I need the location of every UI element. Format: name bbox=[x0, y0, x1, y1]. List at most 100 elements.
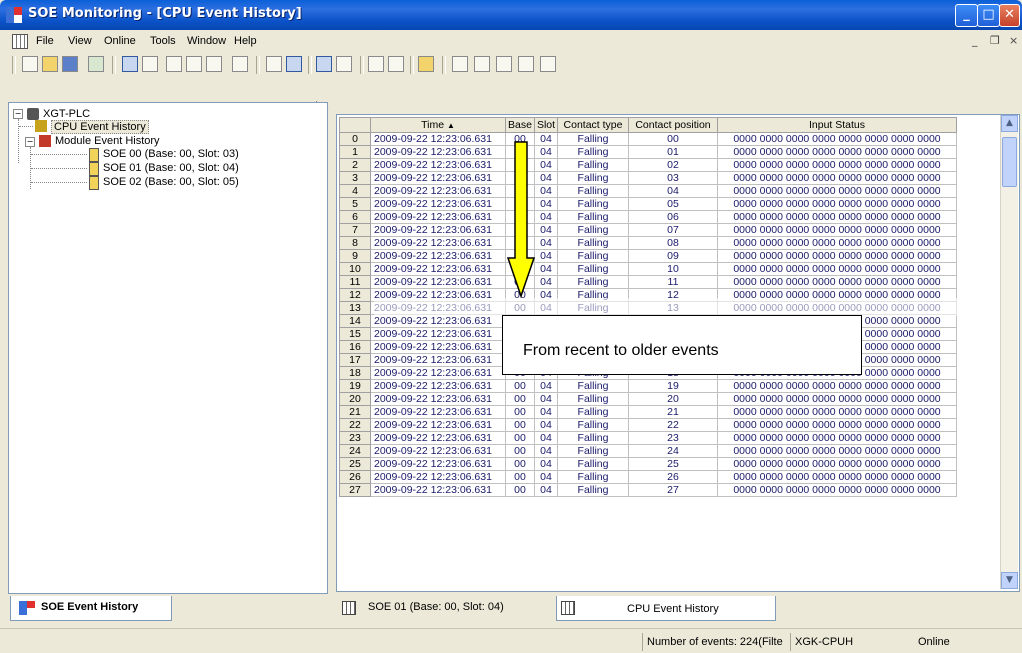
menu-tools[interactable]: Tools bbox=[150, 35, 176, 47]
table-row[interactable]: 0 2009-09-22 12:23:06.631 00 04 Falling 00 000… bbox=[339, 132, 957, 146]
table-row[interactable]: 27 2009-09-22 12:23:06.631 00 04 Falling 27 00… bbox=[339, 483, 957, 497]
row-number: 14 bbox=[339, 314, 371, 328]
scroll-down-icon[interactable]: ▼ bbox=[1001, 572, 1018, 589]
table-row[interactable]: 22009-09-22 12:23:06.6310004Falling02000… bbox=[339, 158, 957, 172]
layout-3-icon[interactable] bbox=[496, 56, 512, 72]
table-row[interactable]: 112009-09-22 12:23:06.6310004Falling1100… bbox=[339, 275, 957, 289]
cell-slot: 04 bbox=[534, 249, 558, 263]
table-row[interactable]: 52009-09-22 12:23:06.6310004Falling05000… bbox=[339, 197, 957, 211]
cell-base: 00 bbox=[505, 392, 535, 406]
mdi-close-button[interactable]: × bbox=[1009, 34, 1018, 47]
table-row[interactable]: 21 2009-09-22 12:23:06.631 00 04 Falling 21 00… bbox=[339, 405, 957, 419]
print-preview-icon[interactable] bbox=[142, 56, 158, 72]
cell-slot: 04 bbox=[534, 158, 558, 172]
scroll-up-icon[interactable]: ▲ bbox=[1001, 115, 1018, 132]
tab-cpu-event-history[interactable]: CPU Event History bbox=[556, 596, 776, 621]
table-row[interactable]: 62009-09-22 12:23:06.6310004Falling06000… bbox=[339, 210, 957, 224]
layout-2-icon[interactable] bbox=[474, 56, 490, 72]
table-row[interactable]: 82009-09-22 12:23:06.6310004Falling08000… bbox=[339, 236, 957, 250]
tree-soe-01[interactable]: SOE 01 (Base: 00, Slot: 04) bbox=[103, 162, 239, 174]
minimize-button[interactable]: _ bbox=[955, 4, 978, 27]
export-icon[interactable] bbox=[88, 56, 104, 72]
table-row[interactable]: 22 2009-09-22 12:23:06.631 00 04 Falling 22 00… bbox=[339, 418, 957, 432]
menu-view[interactable]: View bbox=[68, 35, 92, 47]
table-row[interactable]: 19 2009-09-22 12:23:06.631 00 04 Falling 19 00… bbox=[339, 379, 957, 393]
maximize-button[interactable]: □ bbox=[977, 4, 1000, 27]
cell-input-status: 0000 0000 0000 0000 0000 0000 0000 0000 bbox=[717, 405, 957, 419]
cell-input-status: 0000 0000 0000 0000 0000 0000 0000 0000 bbox=[717, 158, 957, 172]
document-tabs: SOE 01 (Base: 00, Slot: 04) CPU Event Hi… bbox=[336, 596, 1018, 621]
cell-contact-type: Falling bbox=[557, 197, 629, 211]
collapse-module-icon[interactable]: − bbox=[25, 137, 35, 147]
menu-file[interactable]: File bbox=[36, 35, 54, 47]
refresh-icon[interactable] bbox=[232, 56, 248, 72]
cell-slot: 04 bbox=[534, 379, 558, 393]
tab-soe-event-history[interactable]: SOE Event History bbox=[10, 596, 172, 621]
menu-online[interactable]: Online bbox=[104, 35, 136, 47]
monitor-icon[interactable] bbox=[286, 56, 302, 72]
filter-icon[interactable] bbox=[368, 56, 384, 72]
table-row[interactable]: 25 2009-09-22 12:23:06.631 00 04 Falling 25 00… bbox=[339, 457, 957, 471]
cell-contact-position: 03 bbox=[628, 171, 718, 185]
layout-5-icon[interactable] bbox=[540, 56, 556, 72]
cell-time: 2009-09-22 12:23:06.631 bbox=[370, 275, 506, 289]
clipboard-icon[interactable] bbox=[418, 56, 434, 72]
tab-soe-01[interactable]: SOE 01 (Base: 00, Slot: 04) bbox=[336, 596, 556, 620]
cell-contact-position: 05 bbox=[628, 197, 718, 211]
cell-slot: 04 bbox=[534, 392, 558, 406]
cell-contact-type: Falling bbox=[557, 145, 629, 159]
column-header-slot[interactable]: Slot bbox=[534, 117, 558, 133]
table-row[interactable]: 42009-09-22 12:23:06.6310004Falling04000… bbox=[339, 184, 957, 198]
edit-icon[interactable] bbox=[166, 56, 182, 72]
sort-asc-icon[interactable] bbox=[336, 56, 352, 72]
find-icon[interactable] bbox=[388, 56, 404, 72]
table-row[interactable]: 72009-09-22 12:23:06.6310004Falling07000… bbox=[339, 223, 957, 237]
tree-soe-00[interactable]: SOE 00 (Base: 00, Slot: 03) bbox=[103, 148, 239, 160]
layout-4-icon[interactable] bbox=[518, 56, 534, 72]
cell-input-status: 0000 0000 0000 0000 0000 0000 0000 0000 bbox=[717, 379, 957, 393]
table-row[interactable]: 24 2009-09-22 12:23:06.631 00 04 Falling 24 00… bbox=[339, 444, 957, 458]
column-header-base[interactable]: Base bbox=[505, 117, 535, 133]
cell-contact-type: Falling bbox=[557, 210, 629, 224]
delete-icon[interactable] bbox=[206, 56, 222, 72]
table-row[interactable]: 32009-09-22 12:23:06.6310004Falling03000… bbox=[339, 171, 957, 185]
table-row[interactable]: 102009-09-22 12:23:06.6310004Falling1000… bbox=[339, 262, 957, 276]
column-header-contact-type[interactable]: Contact type bbox=[557, 117, 629, 133]
mdi-minimize-button[interactable]: _ bbox=[972, 34, 978, 47]
cell-time: 2009-09-22 12:23:06.631 bbox=[370, 210, 506, 224]
sort-desc-icon[interactable] bbox=[316, 56, 332, 72]
layout-1-icon[interactable] bbox=[452, 56, 468, 72]
document-icon[interactable] bbox=[12, 34, 28, 49]
column-header-time[interactable]: Time ▲ bbox=[370, 117, 506, 133]
scroll-thumb[interactable] bbox=[1002, 137, 1017, 187]
cell-contact-position: 08 bbox=[628, 236, 718, 250]
new-icon[interactable] bbox=[22, 56, 38, 72]
print-icon[interactable] bbox=[122, 56, 138, 72]
column-header-contact-position[interactable]: Contact position bbox=[628, 117, 718, 133]
table-row[interactable]: 20 2009-09-22 12:23:06.631 00 04 Falling 20 00… bbox=[339, 392, 957, 406]
table-row[interactable]: 12009-09-22 12:23:06.6310004Falling01000… bbox=[339, 145, 957, 159]
tree-root[interactable]: XGT-PLC bbox=[43, 108, 90, 120]
table-row[interactable]: 92009-09-22 12:23:06.6310004Falling09000… bbox=[339, 249, 957, 263]
collapse-root-icon[interactable]: − bbox=[13, 109, 23, 119]
column-header-input-status[interactable]: Input Status bbox=[717, 117, 957, 133]
window-title: SOE Monitoring - [CPU Event History] bbox=[28, 6, 302, 21]
menu-help[interactable]: Help bbox=[234, 35, 257, 47]
cell-input-status: 0000 0000 0000 0000 0000 0000 0000 0000 bbox=[717, 249, 957, 263]
cell-contact-type: Falling bbox=[557, 184, 629, 198]
tree-module-event-history[interactable]: Module Event History bbox=[55, 135, 160, 147]
mdi-restore-button[interactable]: ❐ bbox=[990, 34, 1000, 47]
table-row[interactable]: 26 2009-09-22 12:23:06.631 00 04 Falling 26 00… bbox=[339, 470, 957, 484]
copy-icon[interactable] bbox=[186, 56, 202, 72]
tree-cpu-event-history[interactable]: CPU Event History bbox=[51, 120, 149, 134]
list-icon[interactable] bbox=[266, 56, 282, 72]
tree-soe-02[interactable]: SOE 02 (Base: 00, Slot: 05) bbox=[103, 176, 239, 188]
table-row[interactable]: 23 2009-09-22 12:23:06.631 00 04 Falling 23 00… bbox=[339, 431, 957, 445]
vertical-scrollbar[interactable]: ▲ ▼ bbox=[1000, 115, 1018, 589]
open-icon[interactable] bbox=[42, 56, 58, 72]
save-icon[interactable] bbox=[62, 56, 78, 72]
menu-window[interactable]: Window bbox=[187, 35, 226, 47]
close-button[interactable]: ✕ bbox=[999, 4, 1020, 27]
cell-contact-position: 23 bbox=[628, 431, 718, 445]
cell-input-status: 0000 0000 0000 0000 0000 0000 0000 0000 bbox=[717, 418, 957, 432]
